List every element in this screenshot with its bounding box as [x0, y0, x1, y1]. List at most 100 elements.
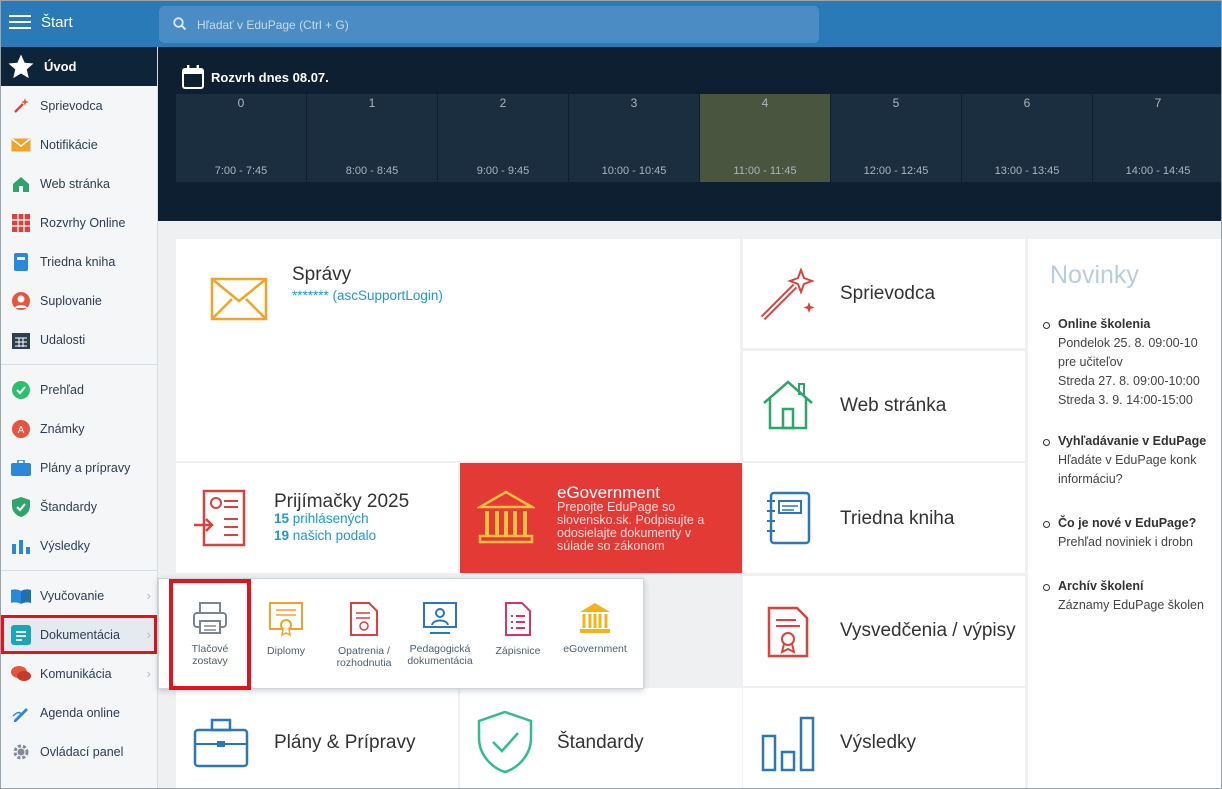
- search-input[interactable]: [197, 6, 797, 43]
- tile-label: Vysvedčenia / výpisy: [840, 620, 1016, 641]
- sidebar-item-web-stranka[interactable]: Web stránka: [1, 164, 157, 203]
- sidebar-item-label: Agenda online: [40, 705, 120, 720]
- period-number: 2: [499, 96, 507, 110]
- sidebar-item-udalosti[interactable]: Udalosti: [1, 320, 157, 359]
- period-cell[interactable]: 0 7:00 - 7:45: [176, 94, 307, 182]
- sidebar-item-ovladaci-panel[interactable]: Ovládací panel: [1, 732, 157, 771]
- submenu-item-tlacove-zostavy[interactable]: Tlačové zostavy: [169, 579, 251, 690]
- certificate-icon: [767, 606, 809, 658]
- envelope-icon: [210, 277, 268, 321]
- sidebar-item-suplovanie[interactable]: Suplovanie: [1, 281, 157, 320]
- news-title: Novinky: [1050, 261, 1139, 289]
- submenu-item-egovernment[interactable]: eGovernment: [557, 579, 633, 690]
- news-item[interactable]: Vyhľadávanie v EduPage Hľadáte v EduPage…: [1043, 432, 1221, 489]
- house-icon: [11, 174, 31, 194]
- news-item-heading: Archív školení: [1043, 577, 1221, 596]
- sidebar-item-label: Ovládací panel: [40, 744, 124, 759]
- period-time: 8:00 - 8:45: [345, 165, 399, 177]
- list-document-icon: [505, 602, 531, 636]
- bar-chart-icon: [761, 716, 815, 772]
- timetable-row: 0 7:00 - 7:45 1 8:00 - 8:45 2 9:00 - 9:45 3…: [176, 94, 1221, 182]
- period-cell[interactable]: 6 13:00 - 13:45: [962, 94, 1093, 182]
- sidebar-item-notifikacie[interactable]: Notifikácie: [1, 125, 157, 164]
- sidebar-item-prehlad[interactable]: Prehľad: [1, 370, 157, 409]
- tile-prijimacky[interactable]: Prijímačky 2025 15 prihlásených 19 našic…: [176, 463, 458, 573]
- sidebar-item-agenda-online[interactable]: Agenda online: [1, 693, 157, 732]
- sidebar-item-rozvrhy-online[interactable]: Rozvrhy Online: [1, 203, 157, 242]
- sidebar-item-plany[interactable]: Plány a prípravy: [1, 448, 157, 487]
- submenu-item-diplomy[interactable]: Diplomy: [254, 579, 318, 690]
- timetable-header: Rozvrh dnes 08.07.: [182, 65, 329, 89]
- sidebar-item-label: Udalosti: [40, 332, 86, 347]
- tile-spravy[interactable]: Správy ******* (ascSupportLogin): [176, 239, 740, 461]
- period-cell[interactable]: 1 8:00 - 8:45: [307, 94, 438, 182]
- period-time: 10:00 - 10:45: [601, 165, 667, 177]
- submenu-item-label: Opatrenia /: [338, 645, 390, 657]
- submenu-item-label-line2: zostavy: [192, 655, 228, 667]
- news-item[interactable]: Archív školení Záznamy EduPage školen: [1043, 577, 1221, 615]
- tile-vysledky[interactable]: Výsledky: [743, 688, 1025, 788]
- period-cell-current[interactable]: 4 11:00 - 11:45: [700, 94, 831, 182]
- sidebar-item-znamky[interactable]: A Známky: [1, 409, 157, 448]
- sidebar-item-sprievodca[interactable]: Sprievodca: [1, 86, 157, 125]
- sidebar-item-label: Dokumentácia: [40, 627, 120, 642]
- sidebar-item-vyucovanie[interactable]: Vyučovanie ›: [1, 576, 157, 615]
- tile-label: Správy: [292, 264, 352, 285]
- period-cell[interactable]: 5 12:00 - 12:45: [831, 94, 962, 182]
- submenu-item-opatrenia[interactable]: Opatrenia / rozhodnutia: [329, 579, 399, 690]
- star-icon: [8, 54, 34, 78]
- sidebar-item-label: Web stránka: [40, 176, 110, 191]
- sidebar-item-dokumentacia[interactable]: Dokumentácia ›: [1, 615, 157, 654]
- shield-check-icon: [477, 710, 533, 774]
- tile-triedna-kniha[interactable]: Triedna kniha: [743, 463, 1025, 573]
- hamburger-menu-icon[interactable]: [9, 11, 31, 33]
- tile-sub-submitted[interactable]: 19 našich podalo: [274, 528, 376, 543]
- period-time: 12:00 - 12:45: [863, 165, 929, 177]
- tile-web-stranka[interactable]: Web stránka: [743, 351, 1025, 461]
- period-cell[interactable]: 2 9:00 - 9:45: [438, 94, 569, 182]
- submenu-item-pedagogicka-dokumentacia[interactable]: Pedagogická dokumentácia: [403, 579, 477, 690]
- tile-sprievodca[interactable]: Sprievodca: [743, 239, 1025, 348]
- sidebar-item-triedna-kniha[interactable]: Triedna kniha: [1, 242, 157, 281]
- sidebar-item-vysledky[interactable]: Výsledky: [1, 526, 157, 565]
- chevron-right-icon: ›: [146, 666, 151, 681]
- app-title[interactable]: Štart: [41, 14, 73, 31]
- news-line: Prehľad noviniek i drobn: [1058, 535, 1193, 549]
- sidebar-item-label: Suplovanie: [40, 293, 102, 308]
- news-line: Pondelok 25. 8. 09:00-10: [1058, 336, 1198, 350]
- count-submitted: 19: [274, 528, 290, 543]
- period-number: 4: [761, 96, 769, 110]
- news-line: informáciu?: [1058, 472, 1123, 486]
- sidebar-item-label: Komunikácia: [40, 666, 112, 681]
- tile-sub-registered[interactable]: 15 prihlásených: [274, 511, 369, 526]
- period-cell[interactable]: 7 14:00 - 14:45: [1093, 94, 1221, 182]
- tile-plany[interactable]: Plány & Prípravy: [176, 688, 458, 788]
- government-building-icon: [477, 490, 535, 544]
- news-item[interactable]: Čo je nové v EduPage? Prehľad noviniek i…: [1043, 514, 1221, 552]
- sidebar-item-komunikacia[interactable]: Komunikácia ›: [1, 654, 157, 693]
- sidebar-item-standardy[interactable]: Štandardy: [1, 487, 157, 526]
- document-icon: [11, 624, 31, 645]
- period-time: 7:00 - 7:45: [214, 165, 268, 177]
- news-item-heading: Čo je nové v EduPage?: [1043, 514, 1221, 533]
- search-box[interactable]: [159, 6, 819, 43]
- svg-text:A: A: [18, 425, 25, 436]
- decision-document-icon: [350, 602, 378, 636]
- submenu-item-label: Zápisnice: [495, 645, 541, 657]
- period-time: 11:00 - 11:45: [733, 165, 797, 177]
- tile-egovernment[interactable]: eGovernment Prepojte EduPage so slovensk…: [460, 463, 742, 573]
- dokumentacia-submenu: Tlačové zostavy Diplomy Opatrenia / rozh…: [158, 578, 644, 690]
- tile-vysvedcenia[interactable]: Vysvedčenia / výpisy: [743, 576, 1025, 686]
- tile-sub-link[interactable]: ******* (ascSupportLogin): [292, 288, 443, 303]
- sidebar-item-uvod[interactable]: Úvod: [1, 47, 157, 86]
- period-cell[interactable]: 3 10:00 - 10:45: [569, 94, 700, 182]
- top-bar: Štart: [1, 1, 1221, 47]
- admission-form-icon: [194, 489, 246, 547]
- book-icon: [11, 252, 31, 272]
- period-time: 14:00 - 14:45: [1125, 165, 1191, 177]
- check-circle-icon: [11, 380, 31, 400]
- submenu-item-zapisnice[interactable]: Zápisnice: [487, 579, 549, 690]
- registered-label: prihlásených: [292, 511, 369, 526]
- tile-standardy[interactable]: Štandardy: [460, 688, 742, 788]
- news-item[interactable]: Online školenia Pondelok 25. 8. 09:00-10…: [1043, 315, 1221, 410]
